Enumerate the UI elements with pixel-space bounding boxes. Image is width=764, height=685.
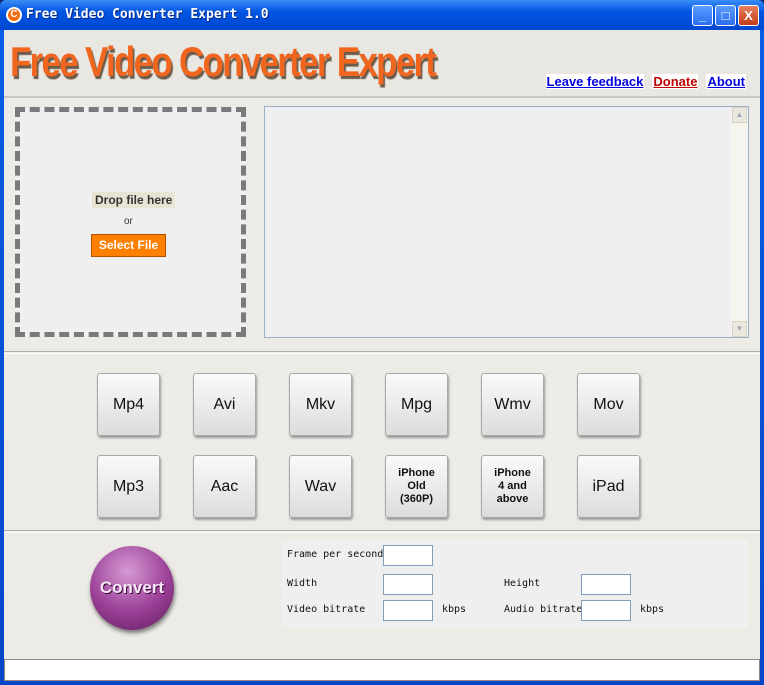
minimize-button[interactable]: _	[692, 5, 713, 26]
width-input[interactable]	[383, 574, 433, 595]
format-iphone-old-button[interactable]: iPhone Old (360P)	[385, 455, 448, 518]
or-text: or	[124, 216, 133, 227]
audio-bitrate-input[interactable]	[581, 600, 631, 621]
width-label: Width	[287, 578, 318, 589]
scroll-up-button[interactable]: ▲	[732, 107, 747, 123]
window-title: Free Video Converter Expert 1.0	[26, 7, 269, 22]
height-label: Height	[504, 578, 541, 589]
divider	[4, 530, 760, 533]
format-mp4-button[interactable]: Mp4	[97, 373, 160, 436]
video-bitrate-label: Video bitrate	[287, 604, 366, 615]
select-file-button[interactable]: Select File	[91, 234, 166, 257]
scrollbar[interactable]: ▲ ▼	[731, 107, 748, 337]
app-window: C Free Video Converter Expert 1.0 _ □ X …	[0, 0, 764, 685]
audio-kbps-label: kbps	[640, 604, 665, 615]
client-area: Free Video Converter Expert Leave feedba…	[4, 30, 760, 681]
donate-link[interactable]: Donate	[652, 74, 699, 89]
format-mp3-button[interactable]: Mp3	[97, 455, 160, 518]
format-avi-button[interactable]: Avi	[193, 373, 256, 436]
app-icon: C	[6, 7, 22, 23]
format-wav-button[interactable]: Wav	[289, 455, 352, 518]
scroll-down-button[interactable]: ▼	[732, 321, 747, 337]
format-ipad-button[interactable]: iPad	[577, 455, 640, 518]
fps-label: Frame per second	[287, 549, 384, 560]
fps-input[interactable]	[383, 545, 433, 566]
format-wmv-button[interactable]: Wmv	[481, 373, 544, 436]
format-iphone4-button[interactable]: iPhone 4 and above	[481, 455, 544, 518]
app-logo: Free Video Converter Expert	[10, 38, 437, 85]
format-mpg-button[interactable]: Mpg	[385, 373, 448, 436]
video-bitrate-input[interactable]	[383, 600, 433, 621]
about-link[interactable]: About	[706, 74, 746, 89]
format-aac-button[interactable]: Aac	[193, 455, 256, 518]
format-mov-button[interactable]: Mov	[577, 373, 640, 436]
header: Free Video Converter Expert Leave feedba…	[4, 30, 760, 98]
header-links: Leave feedback Donate About	[538, 74, 746, 89]
drop-zone[interactable]: Drop file here or Select File	[15, 107, 246, 337]
divider	[4, 351, 760, 354]
format-mkv-button[interactable]: Mkv	[289, 373, 352, 436]
height-input[interactable]	[581, 574, 631, 595]
leave-feedback-link[interactable]: Leave feedback	[545, 74, 645, 89]
title-bar[interactable]: C Free Video Converter Expert 1.0 _ □ X	[0, 0, 764, 30]
video-kbps-label: kbps	[442, 604, 467, 615]
drop-text: Drop file here	[92, 192, 176, 208]
convert-button[interactable]: Convert	[90, 546, 174, 630]
audio-bitrate-label: Audio bitrate	[504, 604, 583, 615]
status-bar	[4, 659, 760, 681]
maximize-button[interactable]: □	[715, 5, 736, 26]
file-info-textarea[interactable]: ▲ ▼	[264, 106, 749, 338]
close-button[interactable]: X	[738, 5, 759, 26]
